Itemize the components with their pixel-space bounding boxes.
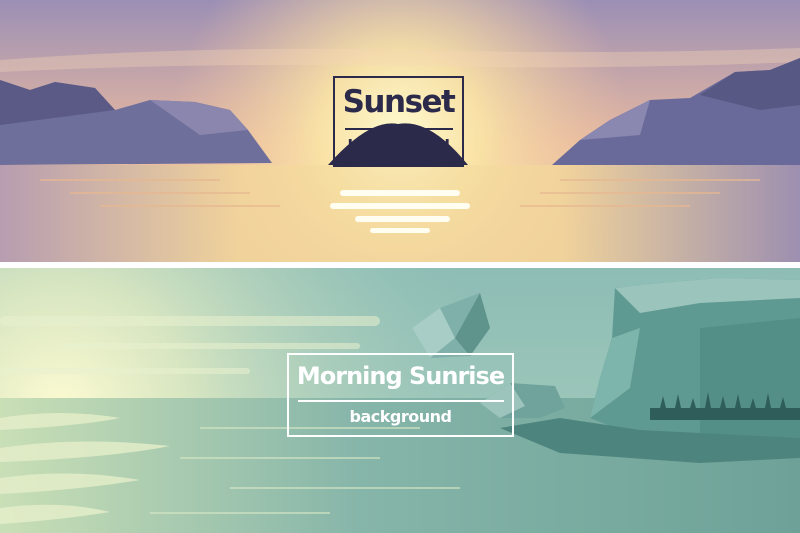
sunset-subtitle: background bbox=[347, 136, 450, 155]
morning-subtitle: background bbox=[349, 407, 452, 426]
sunset-title-box: Sunset background bbox=[333, 76, 464, 167]
morning-sunrise-banner: Morning Sunrise background bbox=[0, 268, 800, 533]
sunset-title: Sunset bbox=[342, 84, 456, 120]
morning-title-divider bbox=[298, 400, 504, 402]
morning-title-box: Morning Sunrise background bbox=[287, 353, 514, 437]
morning-title: Morning Sunrise bbox=[296, 362, 505, 390]
sunset-banner: Sunset background bbox=[0, 0, 800, 262]
sunset-title-divider bbox=[345, 128, 453, 130]
